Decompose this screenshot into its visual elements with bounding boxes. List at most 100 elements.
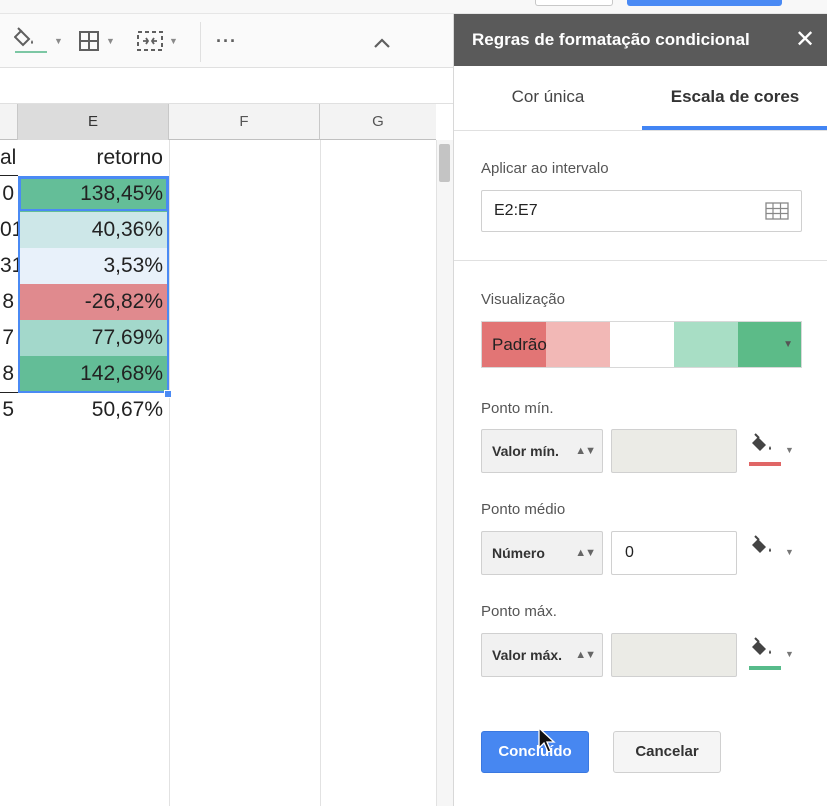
min-color-swatch bbox=[749, 462, 781, 466]
top-strip bbox=[0, 0, 827, 14]
borders-button[interactable]: ▼ bbox=[78, 26, 115, 56]
up-down-icon: ▲▼ bbox=[575, 649, 596, 661]
table-row: 5 50,67% bbox=[0, 392, 436, 428]
paint-bucket-icon bbox=[752, 535, 771, 553]
fill-color-button[interactable]: ▼ bbox=[14, 26, 63, 56]
mid-point-value-input[interactable]: 0 bbox=[611, 531, 737, 575]
close-icon[interactable]: ✕ bbox=[794, 28, 816, 52]
up-down-icon: ▲▼ bbox=[575, 445, 596, 457]
border-line bbox=[0, 392, 18, 393]
panel-title: Regras de formatação condicional bbox=[472, 30, 750, 49]
cell-d[interactable]: 7 bbox=[0, 320, 18, 356]
chevron-down-icon[interactable]: ▼ bbox=[785, 547, 794, 557]
cell-d[interactable]: al bbox=[0, 140, 18, 176]
min-point-type: Valor mín. bbox=[492, 443, 559, 459]
panel-tabs: Cor única Escala de cores bbox=[454, 66, 827, 131]
border-line bbox=[0, 175, 18, 176]
tab-single-color[interactable]: Cor única bbox=[454, 66, 642, 131]
sheet-grid: al retorno 0 138,45% 01 40,36% 31 3,53% … bbox=[0, 140, 436, 806]
collapse-toolbar-button[interactable] bbox=[372, 28, 392, 58]
table-row: 7 77,69% bbox=[0, 320, 436, 356]
select-range-icon[interactable] bbox=[765, 202, 789, 220]
toolbar: ▼ ▼ ▼ ··· bbox=[0, 14, 453, 68]
spreadsheet-window: ▼ ▼ ▼ ··· E F G al retorno 0 138,45% 01 … bbox=[0, 0, 827, 806]
section-divider bbox=[454, 260, 827, 261]
table-row: 31 3,53% bbox=[0, 248, 436, 284]
conditional-format-panel: Regras de formatação condicional ✕ Cor ú… bbox=[453, 14, 827, 806]
table-row: 01 40,36% bbox=[0, 212, 436, 248]
max-point-type-select[interactable]: Valor máx. ▲▼ bbox=[481, 633, 603, 677]
cell-d[interactable]: 0 bbox=[0, 176, 18, 212]
apply-range-label: Aplicar ao intervalo bbox=[481, 160, 609, 177]
column-header-d[interactable] bbox=[0, 104, 18, 140]
mouse-cursor-icon bbox=[538, 726, 556, 753]
borders-caret[interactable]: ▼ bbox=[106, 36, 115, 46]
merge-cells-caret[interactable]: ▼ bbox=[169, 36, 178, 46]
preview-name: Padrão bbox=[492, 335, 547, 354]
column-header-e[interactable]: E bbox=[18, 104, 169, 140]
table-row: al retorno bbox=[0, 140, 436, 176]
chevron-down-icon[interactable]: ▼ bbox=[785, 445, 794, 455]
fill-color-caret[interactable]: ▼ bbox=[54, 36, 63, 46]
cell-d[interactable]: 5 bbox=[0, 392, 18, 428]
max-point-value bbox=[611, 633, 737, 677]
cell-e[interactable]: -26,82% bbox=[18, 284, 169, 320]
max-point-type: Valor máx. bbox=[492, 647, 563, 663]
done-button[interactable]: Concluído bbox=[481, 731, 589, 773]
preview-segment bbox=[546, 322, 610, 367]
table-row: 0 138,45% bbox=[0, 176, 436, 212]
cell-e[interactable]: 142,68% bbox=[18, 356, 169, 392]
vertical-scrollbar[interactable] bbox=[436, 140, 453, 806]
cell-d[interactable]: 8 bbox=[0, 284, 18, 320]
mid-point-type-select[interactable]: Número ▲▼ bbox=[481, 531, 603, 575]
mid-color-button[interactable]: ▼ bbox=[749, 533, 799, 573]
borders-icon bbox=[79, 31, 99, 51]
merge-cells-button[interactable]: ▼ bbox=[137, 26, 178, 56]
up-down-icon: ▲▼ bbox=[575, 547, 596, 559]
column-header-f[interactable]: F bbox=[169, 104, 320, 140]
max-color-button[interactable]: ▼ bbox=[749, 635, 799, 675]
cell-e[interactable]: 3,53% bbox=[18, 248, 169, 284]
cell-d[interactable]: 31 bbox=[0, 248, 18, 284]
preview-segment bbox=[610, 322, 674, 367]
min-point-value bbox=[611, 429, 737, 473]
panel-header: Regras de formatação condicional ✕ bbox=[454, 14, 827, 66]
table-row: 8 142,68% bbox=[0, 356, 436, 392]
collapse-icon bbox=[374, 38, 390, 48]
mid-point-type: Número bbox=[492, 545, 545, 561]
cell-e[interactable]: 50,67% bbox=[18, 392, 169, 428]
column-header-g[interactable]: G bbox=[320, 104, 436, 140]
paint-bucket-icon bbox=[14, 27, 47, 53]
min-color-button[interactable]: ▼ bbox=[749, 431, 799, 471]
cancel-button[interactable]: Cancelar bbox=[613, 731, 721, 773]
mid-point-label: Ponto médio bbox=[481, 501, 566, 518]
min-point-label: Ponto mín. bbox=[481, 400, 554, 417]
column-headers: E F G bbox=[0, 104, 436, 140]
scrollbar-thumb[interactable] bbox=[439, 144, 450, 182]
fill-handle[interactable] bbox=[164, 390, 172, 398]
cell-e[interactable]: 138,45% bbox=[18, 176, 169, 212]
paint-bucket-icon bbox=[752, 637, 771, 655]
cell-d[interactable]: 8 bbox=[0, 356, 18, 392]
toolbar-separator bbox=[200, 22, 201, 62]
mid-point-value: 0 bbox=[625, 544, 634, 561]
cell-e[interactable]: 77,69% bbox=[18, 320, 169, 356]
color-scale-preview[interactable]: Padrão ▼ bbox=[481, 321, 802, 368]
range-input[interactable]: E2:E7 bbox=[481, 190, 802, 232]
top-primary-button[interactable] bbox=[627, 0, 782, 6]
cell-d[interactable]: 01 bbox=[0, 212, 18, 248]
chevron-down-icon[interactable]: ▼ bbox=[785, 649, 794, 659]
cell-e[interactable]: retorno bbox=[18, 140, 169, 176]
more-icon[interactable]: ··· bbox=[216, 26, 237, 56]
active-tab-indicator bbox=[642, 126, 827, 130]
cell-e[interactable]: 40,36% bbox=[18, 212, 169, 248]
range-value: E2:E7 bbox=[494, 202, 538, 219]
preview-segment bbox=[674, 322, 738, 367]
preview-label: Visualização bbox=[481, 291, 565, 308]
formula-bar[interactable] bbox=[0, 68, 453, 104]
min-point-type-select[interactable]: Valor mín. ▲▼ bbox=[481, 429, 603, 473]
chevron-down-icon[interactable]: ▼ bbox=[783, 339, 793, 350]
merge-cells-icon bbox=[137, 31, 163, 51]
top-secondary-button[interactable] bbox=[535, 0, 613, 6]
tab-color-scale[interactable]: Escala de cores bbox=[642, 66, 827, 131]
